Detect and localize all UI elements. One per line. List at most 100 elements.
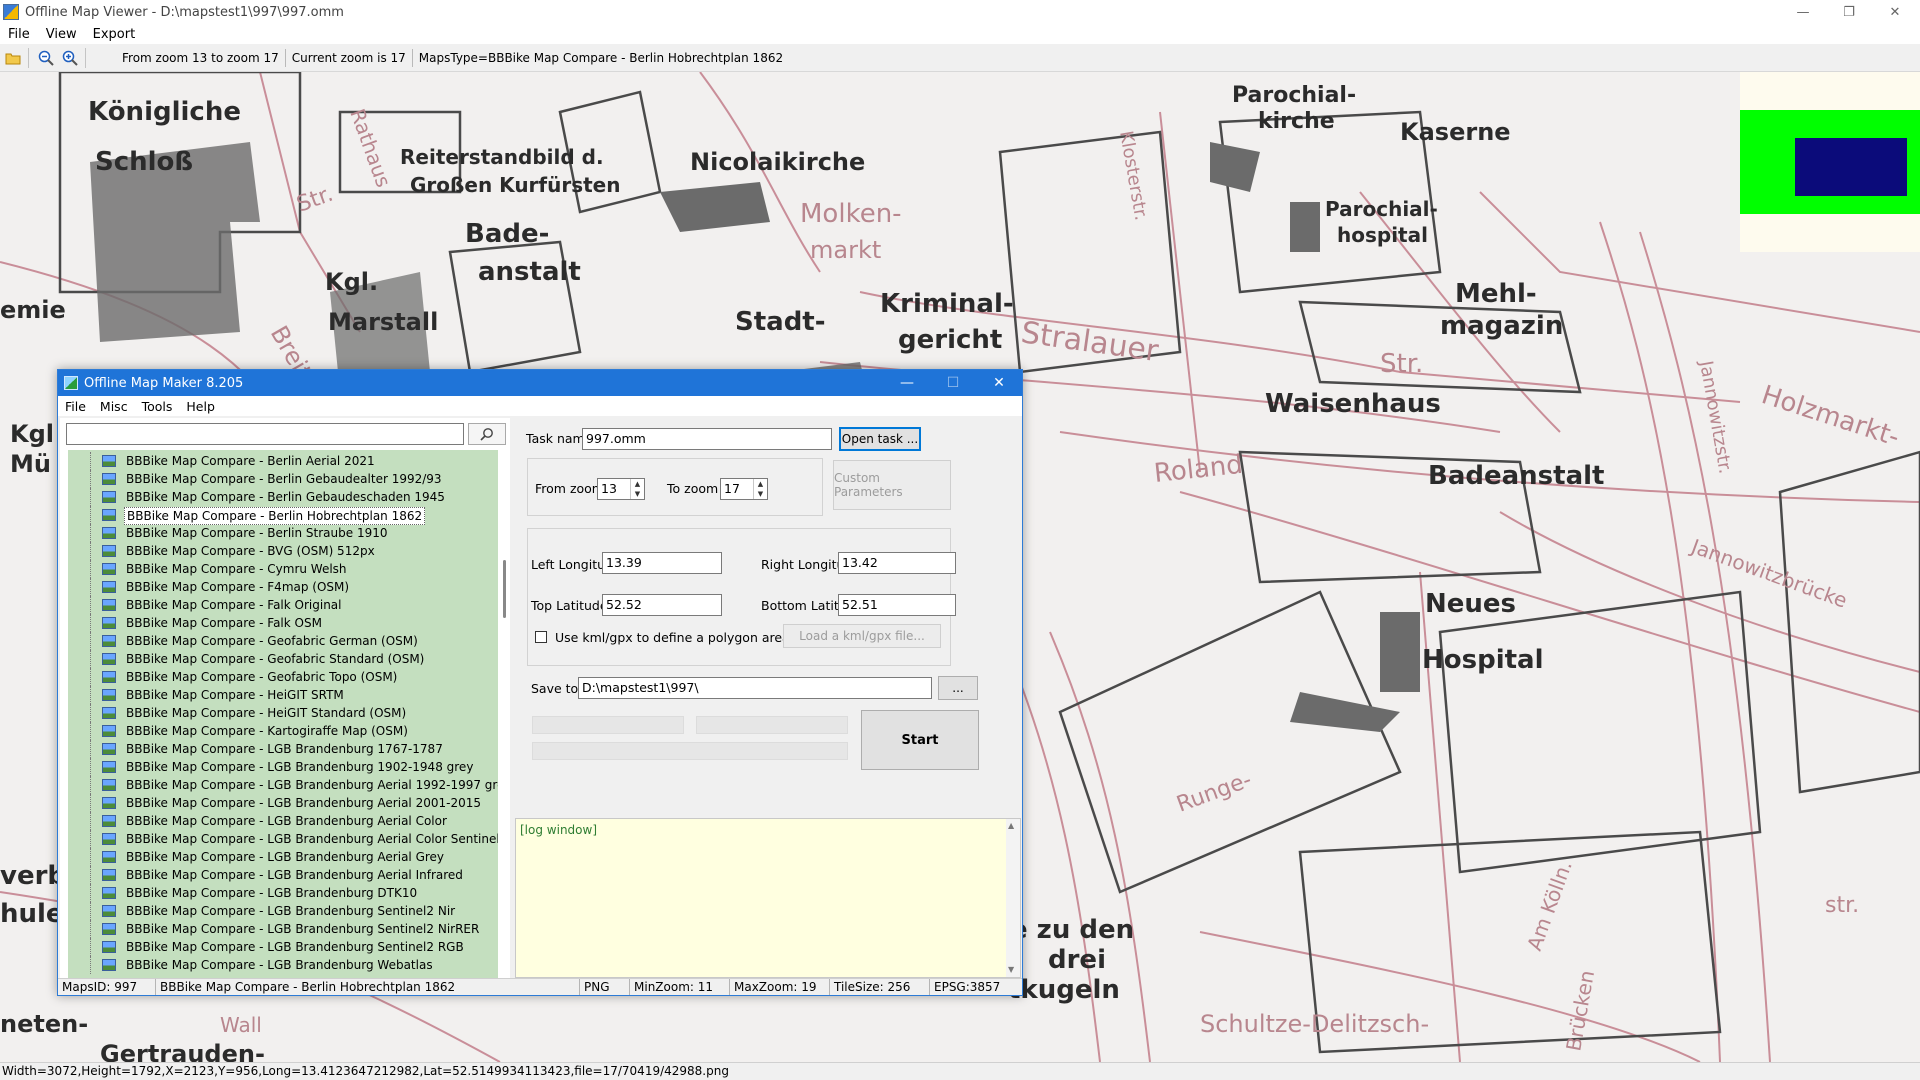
- menu-export[interactable]: Export: [85, 27, 144, 42]
- svg-text:Reiterstandbild d.: Reiterstandbild d.: [400, 145, 604, 169]
- dialog-maximize-button[interactable]: ☐: [930, 370, 976, 396]
- top-latitude-input[interactable]: 52.52: [602, 594, 722, 616]
- tree-item[interactable]: BBBike Map Compare - BVG (OSM) 512px: [68, 542, 498, 560]
- tree-item[interactable]: BBBike Map Compare - LGB Brandenburg Aer…: [68, 866, 498, 884]
- tree-item[interactable]: BBBike Map Compare - Berlin Gebaudeschad…: [68, 488, 498, 506]
- tree-item[interactable]: BBBike Map Compare - Geofabric German (O…: [68, 632, 498, 650]
- tree-guide-line: [90, 614, 91, 632]
- svg-text:Schloß: Schloß: [95, 147, 193, 177]
- log-scrollbar[interactable]: ▲ ▼: [1006, 819, 1020, 977]
- svg-text:Runge-: Runge-: [1174, 768, 1255, 818]
- tree-item[interactable]: BBBike Map Compare - Berlin Straube 1910: [68, 524, 498, 542]
- search-button[interactable]: [468, 423, 506, 445]
- svg-text:Kriminal-: Kriminal-: [880, 289, 1014, 319]
- tree-guide-line: [90, 470, 91, 488]
- tree-item[interactable]: BBBike Map Compare - Cymru Welsh: [68, 560, 498, 578]
- tree-item[interactable]: BBBike Map Compare - LGB Brandenburg DTK…: [68, 884, 498, 902]
- tree-item[interactable]: BBBike Map Compare - Falk Original: [68, 596, 498, 614]
- right-longitude-input[interactable]: 13.42: [838, 552, 956, 574]
- tree-item[interactable]: BBBike Map Compare - Falk OSM: [68, 614, 498, 632]
- dialog-menu-misc[interactable]: Misc: [93, 399, 135, 414]
- overview-minimap[interactable]: [1740, 72, 1920, 252]
- from-zoom-spinner[interactable]: 13 ▲ ▼: [597, 478, 645, 500]
- svg-text:Mehl-: Mehl-: [1455, 279, 1537, 309]
- tree-item-label: BBBike Map Compare - LGB Brandenburg 190…: [126, 760, 474, 774]
- menu-view[interactable]: View: [38, 27, 85, 42]
- save-path-input[interactable]: D:\mapstest1\997\: [578, 677, 932, 699]
- dialog-menu-help[interactable]: Help: [179, 399, 222, 414]
- tree-item[interactable]: BBBike Map Compare - HeiGIT Standard (OS…: [68, 704, 498, 722]
- from-zoom-label: From zoom: [535, 481, 604, 496]
- custom-parameters-button[interactable]: Custom Parameters: [833, 460, 951, 510]
- tree-item[interactable]: BBBike Map Compare - Berlin Hobrechtplan…: [68, 506, 498, 525]
- overview-viewport[interactable]: [1795, 138, 1907, 196]
- maximize-button[interactable]: ❐: [1826, 0, 1872, 24]
- menu-file[interactable]: File: [0, 27, 38, 42]
- tree-scrollbar[interactable]: [500, 450, 510, 978]
- svg-text:Jannowitzstr.: Jannowitzstr.: [1695, 358, 1736, 475]
- dialog-close-button[interactable]: ✕: [976, 370, 1022, 396]
- tree-item-label: BBBike Map Compare - Berlin Straube 1910: [126, 526, 388, 540]
- tree-item[interactable]: BBBike Map Compare - LGB Brandenburg Aer…: [68, 812, 498, 830]
- svg-text:Jannowitzbrücke: Jannowitzbrücke: [1686, 533, 1850, 612]
- spinner-arrows-icon[interactable]: ▲ ▼: [753, 479, 767, 499]
- tree-item[interactable]: BBBike Map Compare - Berlin Gebaudealter…: [68, 470, 498, 488]
- dialog-menu-file[interactable]: File: [58, 399, 93, 414]
- svg-text:Roland: Roland: [1153, 450, 1245, 489]
- maps-type-label: MapsType=BBBike Map Compare - Berlin Hob…: [418, 50, 784, 65]
- minimize-button[interactable]: —: [1780, 0, 1826, 24]
- tree-item[interactable]: BBBike Map Compare - Geofabric Standard …: [68, 650, 498, 668]
- progress-bar-total: [532, 742, 848, 760]
- log-window[interactable]: [log window] ▲ ▼: [515, 818, 1021, 978]
- open-folder-icon[interactable]: [2, 47, 24, 69]
- tree-item[interactable]: BBBike Map Compare - Geofabric Topo (OSM…: [68, 668, 498, 686]
- spinner-arrows-icon[interactable]: ▲ ▼: [630, 479, 644, 499]
- tree-item[interactable]: BBBike Map Compare - LGB Brandenburg Aer…: [68, 794, 498, 812]
- start-button[interactable]: Start: [861, 710, 979, 770]
- tree-item-label: BBBike Map Compare - Geofabric German (O…: [126, 634, 418, 648]
- tree-item[interactable]: BBBike Map Compare - LGB Brandenburg Sen…: [68, 920, 498, 938]
- tree-item[interactable]: BBBike Map Compare - LGB Brandenburg 190…: [68, 758, 498, 776]
- browse-button[interactable]: ...: [938, 676, 978, 700]
- left-longitude-input[interactable]: 13.39: [602, 552, 722, 574]
- tree-guide-line: [90, 758, 91, 776]
- map-layer-icon: [102, 851, 116, 863]
- tree-item[interactable]: BBBike Map Compare - LGB Brandenburg Aer…: [68, 830, 498, 848]
- tree-item[interactable]: BBBike Map Compare - Kartogiraffe Map (O…: [68, 722, 498, 740]
- dialog-minimize-button[interactable]: —: [884, 370, 930, 396]
- tree-item[interactable]: BBBike Map Compare - HeiGIT SRTM: [68, 686, 498, 704]
- bottom-latitude-input[interactable]: 52.51: [838, 594, 956, 616]
- map-layer-icon: [102, 509, 116, 521]
- svg-text:Bade-: Bade-: [465, 219, 549, 249]
- status-maps-name: BBBike Map Compare - Berlin Hobrechtplan…: [156, 979, 580, 995]
- zoom-in-icon[interactable]: [59, 47, 81, 69]
- to-zoom-value: 17: [724, 481, 740, 496]
- tree-item[interactable]: BBBike Map Compare - LGB Brandenburg Sen…: [68, 938, 498, 956]
- dialog-menu-tools[interactable]: Tools: [135, 399, 180, 414]
- tree-item[interactable]: BBBike Map Compare - LGB Brandenburg Web…: [68, 956, 498, 974]
- svg-text:Nicolaikirche: Nicolaikirche: [690, 148, 865, 176]
- tree-item[interactable]: BBBike Map Compare - Berlin Aerial 2021: [68, 452, 498, 470]
- use-kml-checkbox[interactable]: [535, 631, 547, 643]
- tree-item[interactable]: BBBike Map Compare - LGB Brandenburg Aer…: [68, 848, 498, 866]
- map-search-input[interactable]: [66, 423, 464, 445]
- tree-item[interactable]: BBBike Map Compare - LGB Brandenburg Sen…: [68, 902, 498, 920]
- load-kml-button[interactable]: Load a kml/gpx file...: [783, 624, 941, 648]
- tree-scroll-thumb[interactable]: [503, 560, 506, 618]
- svg-text:Mü: Mü: [10, 450, 51, 478]
- task-name-input[interactable]: 997.omm: [582, 428, 832, 450]
- tree-item[interactable]: BBBike Map Compare - F4map (OSM): [68, 578, 498, 596]
- scroll-down-icon[interactable]: ▼: [1008, 965, 1014, 974]
- svg-text:neten-: neten-: [0, 1010, 88, 1038]
- scroll-up-icon[interactable]: ▲: [1008, 821, 1014, 830]
- tree-item[interactable]: BBBike Map Compare - LGB Brandenburg 176…: [68, 740, 498, 758]
- tree-item[interactable]: BBBike Map Compare - LGB Brandenburg Aer…: [68, 776, 498, 794]
- to-zoom-spinner[interactable]: 17 ▲ ▼: [720, 478, 768, 500]
- tree-guide-line: [90, 740, 91, 758]
- open-task-button[interactable]: Open task ...: [839, 427, 921, 451]
- map-source-tree[interactable]: BBBike Map Compare - Berlin Aerial 2021 B…: [60, 450, 510, 978]
- zoom-out-icon[interactable]: [35, 47, 57, 69]
- close-button[interactable]: ✕: [1872, 0, 1918, 24]
- dialog-title-bar[interactable]: Offline Map Maker 8.205 — ☐ ✕: [58, 370, 1022, 396]
- map-layer-icon: [102, 815, 116, 827]
